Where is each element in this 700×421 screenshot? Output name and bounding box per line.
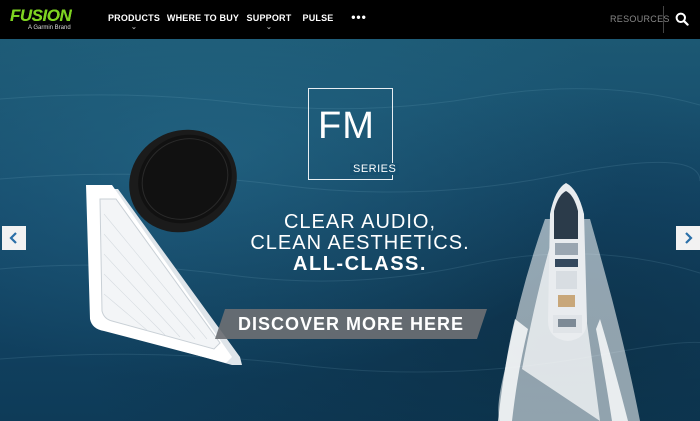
nav-item-label: WHERE TO BUY (166, 13, 240, 23)
hero-banner[interactable]: FM SERIES CLEAR AUDIO, CLEAN AESTHETICS.… (0, 39, 700, 421)
carousel-next-button[interactable] (676, 226, 700, 250)
discover-more-button[interactable]: DISCOVER MORE HERE (215, 309, 487, 339)
chevron-left-icon (9, 232, 17, 244)
more-dots-icon: ••• (351, 10, 367, 24)
search-icon (675, 12, 689, 26)
nav-item-pulse[interactable]: PULSE (302, 0, 334, 39)
nav-item-resources[interactable]: RESOURCES (610, 14, 670, 24)
chevron-down-icon: ⌄ (265, 24, 273, 31)
fusion-logo[interactable]: FUSION A Garmin Brand (10, 7, 90, 33)
nav-item-support[interactable]: SUPPORT ⌄ (247, 0, 292, 39)
hero-tagline-line-1: CLEAR AUDIO, (283, 211, 437, 233)
nav-item-label: PRODUCTS (107, 13, 161, 23)
hero-tagline-line-2: CLEAN AESTHETICS. (250, 232, 470, 254)
nav-item-label: PULSE (302, 13, 334, 23)
nav-item-where-to-buy[interactable]: WHERE TO BUY (167, 0, 239, 39)
yacht (548, 183, 587, 341)
main-menu: PRODUCTS ⌄ WHERE TO BUY SUPPORT ⌄ PULSE … (108, 0, 369, 39)
nav-item-label: SUPPORT (246, 13, 292, 23)
nav-item-products[interactable]: PRODUCTS ⌄ (108, 0, 160, 39)
hero-tagline-line-3: ALL-CLASS. (293, 253, 427, 275)
carousel-prev-button[interactable] (2, 226, 26, 250)
logo-wordmark: FUSION (10, 6, 72, 25)
search-button[interactable] (675, 12, 689, 26)
more-menu-button[interactable]: ••• (349, 0, 369, 39)
logo-tagline: A Garmin Brand (28, 25, 71, 31)
cta-label: DISCOVER MORE HERE (237, 314, 465, 334)
chevron-right-icon (685, 232, 693, 244)
fm-logo-text: FM (318, 105, 375, 147)
top-navigation: FUSION A Garmin Brand PRODUCTS ⌄ WHERE T… (0, 0, 700, 39)
chevron-down-icon: ⌄ (130, 24, 138, 31)
series-logo-text: SERIES (350, 163, 400, 175)
nav-divider (663, 6, 664, 33)
